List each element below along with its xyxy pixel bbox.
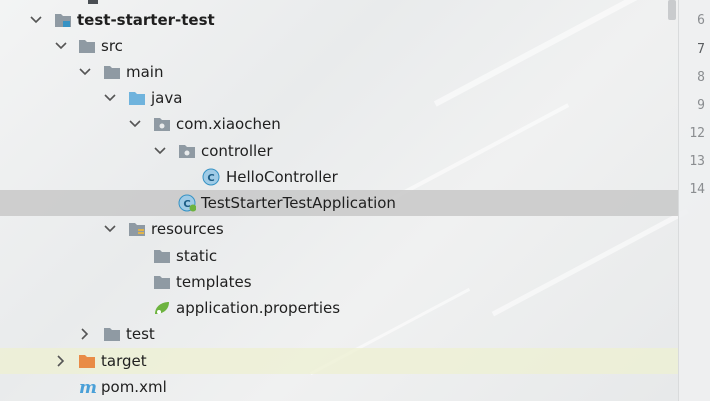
tree-row-main[interactable]: main (0, 59, 678, 85)
tree-item-label: templates (176, 273, 252, 291)
line-number: 8 (697, 70, 705, 85)
tree-row-static[interactable]: static (0, 243, 678, 269)
line-number: 13 (689, 154, 705, 169)
tree-row-package-com-xiaochen[interactable]: com.xiaochen (0, 111, 678, 137)
tree-row-test-starter-test-application[interactable]: C TestStarterTestApplication (0, 190, 678, 216)
source-folder-icon (128, 90, 146, 106)
line-number: 14 (689, 182, 705, 197)
folder-icon (103, 326, 121, 342)
tree-item-label: test-starter-test (77, 11, 215, 29)
tree-item-label: resources (151, 220, 224, 238)
chevron-right-icon[interactable] (53, 353, 69, 369)
line-number: 9 (697, 98, 705, 113)
tree-row-templates[interactable]: templates (0, 269, 678, 295)
spring-leaf-icon (153, 300, 171, 316)
tree-row-root[interactable]: test-starter-test (0, 7, 678, 33)
tree-row-application-properties[interactable]: application.properties (0, 295, 678, 321)
package-folder-icon (153, 116, 171, 132)
module-folder-icon (54, 12, 72, 28)
tree-row-package-controller[interactable]: controller (0, 138, 678, 164)
chevron-down-icon[interactable] (152, 143, 168, 159)
tree-item-label: controller (201, 142, 273, 160)
tree-item-label: java (151, 89, 183, 107)
excluded-folder-icon (78, 353, 96, 369)
scrollbar-thumb[interactable] (668, 0, 676, 20)
maven-icon: m (78, 379, 96, 395)
tree-row-hello-controller[interactable]: C HelloController (0, 164, 678, 190)
svg-text:C: C (207, 173, 214, 184)
tree-item-label: TestStarterTestApplication (201, 194, 396, 212)
package-folder-icon (178, 143, 196, 159)
folder-icon (153, 274, 171, 290)
chevron-down-icon[interactable] (53, 38, 69, 54)
tree-item-label: target (101, 352, 147, 370)
tree-item-label: pom.xml (101, 378, 167, 396)
chevron-down-icon[interactable] (102, 90, 118, 106)
folder-icon (78, 38, 96, 54)
tree-item-label: com.xiaochen (176, 115, 281, 133)
tree-row-target[interactable]: target (0, 348, 678, 374)
chevron-down-icon[interactable] (102, 221, 118, 237)
tree-row-java[interactable]: java (0, 85, 678, 111)
tree-row-pom-xml[interactable]: m pom.xml (0, 374, 678, 400)
chevron-down-icon[interactable] (127, 116, 143, 132)
project-tree: test-starter-test src main java com.xiao… (0, 0, 678, 401)
chevron-right-icon[interactable] (77, 326, 93, 342)
chevron-down-icon[interactable] (28, 12, 44, 28)
tree-row-resources[interactable]: resources (0, 216, 678, 242)
tree-item-label: HelloController (226, 168, 338, 186)
tree-item-label: test (126, 325, 155, 343)
line-number: 12 (689, 126, 705, 141)
chevron-down-icon[interactable] (77, 64, 93, 80)
line-number: 6 (697, 13, 705, 28)
tree-item-label: main (126, 63, 164, 81)
tree-item-label: application.properties (176, 299, 341, 317)
folder-icon (153, 248, 171, 264)
line-number-gutter: 6 7 8 9 12 13 14 (678, 0, 710, 401)
tree-item-label: static (176, 247, 218, 265)
line-number: 7 (697, 42, 705, 57)
tree-row-test[interactable]: test (0, 321, 678, 347)
resources-folder-icon (128, 221, 146, 237)
tree-row-src[interactable]: src (0, 33, 678, 59)
tree-item-label: src (101, 37, 123, 55)
spring-boot-class-icon: C (178, 194, 196, 212)
folder-icon (103, 64, 121, 80)
java-class-icon: C (202, 168, 220, 186)
partial-icon (88, 0, 98, 4)
svg-text:m: m (79, 379, 96, 395)
